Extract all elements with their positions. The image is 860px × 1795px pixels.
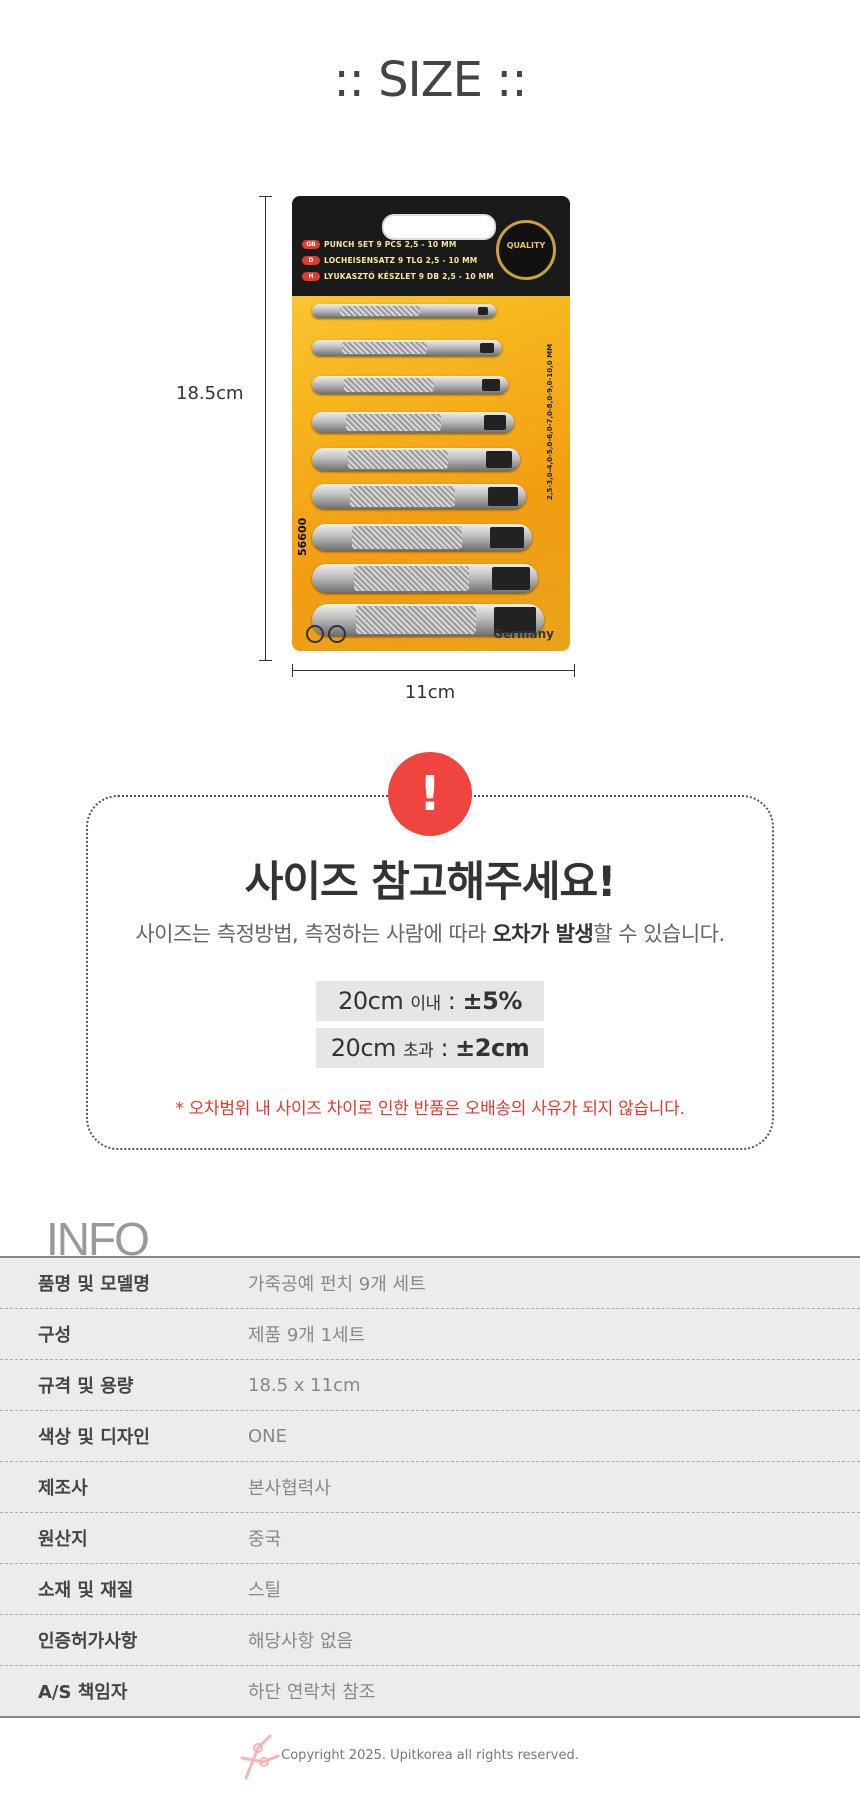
product-code: 56600 bbox=[296, 517, 309, 556]
info-key: 품명 및 모델명 bbox=[38, 1274, 150, 1295]
info-row: 규격 및 용량 18.5 x 11cm bbox=[0, 1360, 860, 1411]
info-value: 하단 연락처 참조 bbox=[248, 1682, 376, 1703]
info-row: 소재 및 재질 스틸 bbox=[0, 1564, 860, 1615]
punch-tool bbox=[312, 564, 538, 594]
notice-sub-text-end: 할 수 있습니다. bbox=[593, 922, 725, 946]
hang-hole bbox=[382, 214, 496, 240]
size-section-title: :: SIZE :: bbox=[333, 52, 527, 108]
seal-text: QUALITY bbox=[506, 241, 546, 250]
header-line-text: PUNCH SET 9 PCS 2,5 - 10 MM bbox=[324, 239, 457, 249]
notice-title: 사이즈 참고해주세요! bbox=[244, 857, 617, 906]
quality-seal-icon: QUALITY bbox=[496, 220, 556, 280]
header-line: D LOCHEISENSATZ 9 TLG 2,5 - 10 MM bbox=[302, 254, 494, 266]
header-line-text: LYUKASZTÓ KÉSZLET 9 DB 2,5 - 10 MM bbox=[324, 271, 494, 281]
info-value: 가죽공예 펀치 9개 세트 bbox=[248, 1274, 426, 1295]
info-key: 구성 bbox=[38, 1325, 72, 1346]
header-line: GB PUNCH SET 9 PCS 2,5 - 10 MM bbox=[302, 238, 494, 250]
header-line-text: LOCHEISENSATZ 9 TLG 2,5 - 10 MM bbox=[324, 255, 478, 265]
header-line: H LYUKASZTÓ KÉSZLET 9 DB 2,5 - 10 MM bbox=[302, 270, 494, 282]
punch-tool bbox=[312, 524, 532, 552]
info-value: 제품 9개 1세트 bbox=[248, 1325, 366, 1346]
height-dimension-cap-top bbox=[259, 196, 272, 197]
recycle-icon bbox=[328, 625, 346, 643]
tolerance-value: ±2cm bbox=[455, 1034, 530, 1062]
language-flag-icon: H bbox=[302, 271, 320, 281]
info-value: 18.5 x 11cm bbox=[248, 1374, 361, 1396]
info-key: 규격 및 용량 bbox=[38, 1376, 134, 1397]
info-key: A/S 책임자 bbox=[38, 1682, 128, 1703]
notice-sub-emphasis: 오차가 발생 bbox=[492, 922, 594, 946]
info-key: 제조사 bbox=[38, 1478, 88, 1499]
info-row: 구성 제품 9개 1세트 bbox=[0, 1309, 860, 1360]
notice-subtitle: 사이즈는 측정방법, 측정하는 사람에 따라 오차가 발생할 수 있습니다. bbox=[0, 918, 860, 948]
tolerance-size: 20cm bbox=[338, 987, 404, 1015]
language-flag-icon: GB bbox=[302, 239, 320, 249]
width-dimension-line bbox=[292, 670, 574, 671]
language-flag-icon: D bbox=[302, 255, 320, 265]
product-image: QUALITY GB PUNCH SET 9 PCS 2,5 - 10 MM DL… bbox=[292, 196, 570, 651]
info-value: ONE bbox=[248, 1425, 288, 1447]
info-row: 원산지 중국 bbox=[0, 1513, 860, 1564]
product-header-lines: GB PUNCH SET 9 PCS 2,5 - 10 MM D LOCHEISEN… bbox=[302, 238, 494, 286]
info-row: 품명 및 모델명 가죽공예 펀치 9개 세트 bbox=[0, 1258, 860, 1309]
punch-tool bbox=[312, 412, 514, 433]
info-value: 해당사항 없음 bbox=[248, 1631, 354, 1652]
punch-tool bbox=[312, 376, 508, 395]
info-row: 색상 및 디자인 ONE bbox=[0, 1411, 860, 1462]
tolerance-condition: 이내 bbox=[410, 994, 441, 1014]
width-dimension-cap-left bbox=[292, 664, 293, 677]
info-key: 색상 및 디자인 bbox=[38, 1427, 150, 1448]
info-key: 인증허가사항 bbox=[38, 1631, 138, 1652]
tolerance-row: 20cm 초과 : ±2cm bbox=[316, 1028, 544, 1068]
height-label: 18.5cm bbox=[176, 383, 244, 404]
tolerance-value: ±5% bbox=[462, 987, 523, 1015]
punch-tool bbox=[312, 340, 502, 357]
info-table: 품명 및 모델명 가죽공예 펀치 9개 세트 구성 제품 9개 1세트 규격 및 용… bbox=[0, 1256, 860, 1718]
info-key: 원산지 bbox=[38, 1529, 88, 1550]
punch-tool bbox=[312, 304, 496, 318]
tolerance-size: 20cm bbox=[330, 1034, 397, 1062]
info-row: 인증허가사항 해당사항 없음 bbox=[0, 1615, 860, 1666]
info-row: A/S 책임자 하단 연락처 참조 bbox=[0, 1666, 860, 1716]
height-dimension-line bbox=[265, 196, 266, 660]
product-origin: Germany bbox=[493, 627, 554, 641]
tolerance-condition: 초과 bbox=[403, 1041, 434, 1061]
width-label: 11cm bbox=[404, 682, 456, 703]
exclamation-icon: ! bbox=[388, 752, 472, 836]
width-dimension-cap-right bbox=[574, 664, 575, 677]
product-size-range: 2,5-3,0-4,0-5,0-6,0-7,0-8,0-9,0-10,0 MM bbox=[545, 343, 554, 501]
notice-sub-text: 사이즈는 측정방법, 측정하는 사람에 따라 bbox=[135, 922, 493, 946]
info-value: 스틸 bbox=[248, 1580, 282, 1601]
info-value: 본사협력사 bbox=[248, 1478, 331, 1499]
punch-tool bbox=[312, 484, 526, 509]
info-key: 소재 및 재질 bbox=[38, 1580, 134, 1601]
info-value: 중국 bbox=[248, 1529, 282, 1550]
copyright-text: Copyright 2025. Upitkorea all rights res… bbox=[281, 1748, 579, 1763]
recycle-icon bbox=[306, 625, 324, 643]
return-policy-warning: * 오차범위 내 사이즈 차이로 인한 반품은 오배송의 사유가 되지 않습니다… bbox=[175, 1099, 685, 1119]
punch-tool bbox=[312, 448, 520, 471]
info-row: 제조사 본사협력사 bbox=[0, 1462, 860, 1513]
tolerance-row: 20cm 이내 : ±5% bbox=[316, 981, 544, 1021]
height-dimension-cap-bottom bbox=[259, 660, 272, 661]
